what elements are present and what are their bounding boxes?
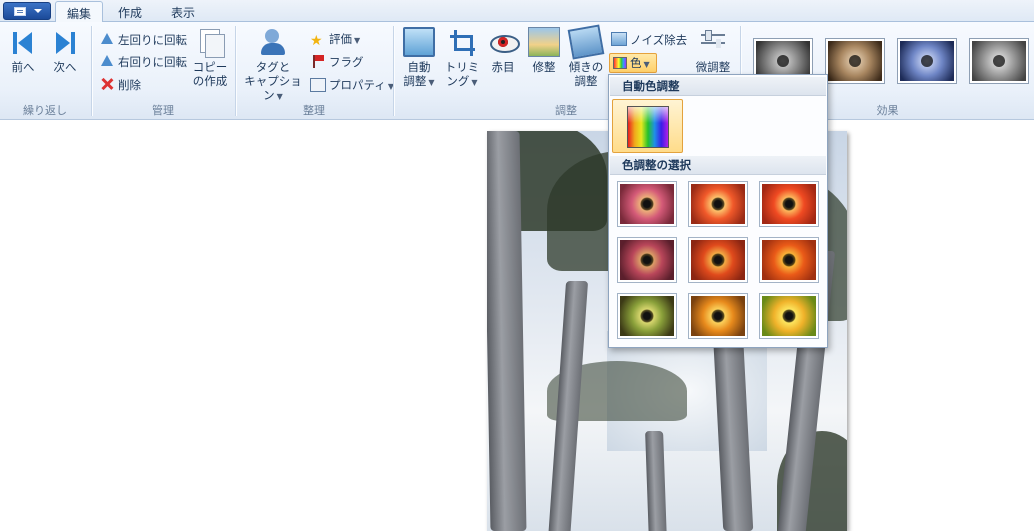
auto-adjust-label-line2: 調整	[403, 74, 427, 88]
auto-color-adjust-option[interactable]	[612, 99, 683, 153]
color-preset-swatch[interactable]	[617, 293, 677, 339]
color-label: 色	[630, 56, 642, 70]
tab-edit[interactable]: 編集	[55, 1, 104, 23]
app-menu-button[interactable]	[3, 2, 51, 20]
red-eye-label: 赤目	[491, 60, 515, 74]
red-eye-button[interactable]: 赤目	[485, 27, 521, 74]
copy-icon	[194, 27, 226, 58]
rating-label: 評価	[329, 32, 352, 46]
ribbon: 前へ 次へ 繰り返し 左回りに回転 右回りに回転 削除 コピー の作成 管理 タ…	[0, 22, 1034, 120]
rating-button[interactable]: ★ 評価 ▼	[310, 30, 360, 50]
palm-trunk	[487, 131, 527, 531]
dropdown-arrow-icon: ▼	[428, 78, 435, 87]
delete-button[interactable]: 削除	[99, 76, 141, 96]
rotate-left-icon	[99, 32, 115, 46]
rotate-right-button[interactable]: 右回りに回転	[99, 53, 187, 73]
color-button[interactable]: 色 ▼	[609, 53, 657, 73]
fine-tune-icon	[697, 27, 729, 57]
retouch-label: 修整	[532, 60, 556, 74]
fine-tune-label: 微調整	[695, 60, 731, 74]
color-preset-swatch[interactable]	[688, 181, 748, 227]
dropdown-arrow-icon: ▼	[643, 60, 650, 69]
rotate-right-icon	[99, 54, 115, 68]
tag-caption-button[interactable]: タグと キャプション ▼	[241, 27, 305, 104]
auto-adjust-icon	[403, 27, 435, 57]
properties-label: プロパティ	[329, 78, 386, 92]
next-label: 次へ	[53, 60, 77, 74]
next-button[interactable]: 次へ	[48, 27, 82, 74]
retouch-button[interactable]: 修整	[526, 27, 562, 74]
noise-reduction-button[interactable]: ノイズ除去	[611, 31, 687, 51]
straighten-icon	[567, 24, 605, 60]
auto-adjust-button[interactable]: 自動 調整 ▼	[400, 27, 438, 90]
color-spectrum-icon	[627, 106, 669, 148]
delete-icon	[99, 77, 115, 91]
straighten-label-line1: 傾きの	[568, 60, 604, 74]
next-icon	[49, 27, 81, 57]
dropdown-arrow-icon: ▼	[471, 78, 478, 87]
group-label-manage: 管理	[152, 104, 174, 117]
star-icon: ★	[310, 33, 323, 49]
color-preset-swatch[interactable]	[759, 293, 819, 339]
rotate-left-button[interactable]: 左回りに回転	[99, 31, 187, 51]
effect-thumbnail-sepia[interactable]	[825, 38, 885, 84]
retouch-icon	[528, 27, 560, 57]
crop-label-line1: トリミ	[444, 60, 480, 74]
chevron-down-icon	[34, 9, 42, 13]
effect-thumbnail-cyanotype[interactable]	[897, 38, 957, 84]
dropdown-arrow-icon: ▼	[354, 36, 361, 45]
make-copy-button[interactable]: コピー の作成	[190, 27, 230, 88]
previous-icon	[7, 27, 39, 57]
person-tag-icon	[257, 27, 289, 57]
rotate-right-label: 右回りに回転	[118, 55, 187, 69]
properties-button[interactable]: プロパティ ▼	[310, 76, 394, 96]
flag-label: フラグ	[329, 55, 364, 69]
dropdown-arrow-icon: ▼	[276, 92, 283, 101]
delete-label: 削除	[118, 78, 141, 92]
tag-label-line1: タグと	[255, 60, 291, 74]
copy-label-line1: コピー	[192, 60, 228, 74]
noise-reduction-icon	[611, 32, 627, 46]
red-eye-icon	[487, 27, 520, 57]
auto-color-header: 自動色調整	[610, 77, 826, 96]
color-icon	[613, 57, 627, 69]
previous-label: 前へ	[11, 60, 35, 74]
crop-label-line2: ング	[446, 74, 470, 88]
tab-view[interactable]: 表示	[160, 1, 206, 23]
auto-adjust-label-line1: 自動	[407, 60, 431, 74]
color-preset-swatch[interactable]	[617, 237, 677, 283]
copy-label-line2: の作成	[192, 74, 228, 88]
color-select-header: 色調整の選択	[610, 156, 826, 175]
color-preset-swatch[interactable]	[759, 237, 819, 283]
crop-button[interactable]: トリミ ング ▼	[444, 27, 480, 90]
flag-button[interactable]: フラグ	[310, 53, 364, 73]
tag-label-line2: キャプション	[244, 74, 302, 102]
ribbon-tab-strip: 編集 作成 表示	[0, 0, 1034, 23]
group-label-repeat: 繰り返し	[23, 104, 67, 117]
color-preset-swatch[interactable]	[617, 181, 677, 227]
straighten-button[interactable]: 傾きの 調整	[566, 24, 606, 88]
straighten-label-line2: 調整	[574, 74, 598, 88]
noise-reduction-label: ノイズ除去	[630, 33, 688, 47]
color-preset-swatch[interactable]	[759, 181, 819, 227]
document-icon	[14, 7, 26, 16]
flag-icon	[310, 54, 326, 68]
effect-thumbnail-grayscale[interactable]	[969, 38, 1029, 84]
tab-create[interactable]: 作成	[107, 1, 153, 23]
color-dropdown-menu: 自動色調整 色調整の選択	[608, 74, 828, 348]
crop-icon	[446, 27, 478, 57]
rotate-left-label: 左回りに回転	[118, 33, 187, 47]
fine-tune-button[interactable]: 微調整	[692, 27, 734, 74]
group-label-organize: 整理	[303, 104, 325, 117]
previous-button[interactable]: 前へ	[6, 27, 40, 74]
color-preset-swatch[interactable]	[688, 293, 748, 339]
color-preset-swatch[interactable]	[688, 237, 748, 283]
properties-icon	[310, 78, 326, 92]
